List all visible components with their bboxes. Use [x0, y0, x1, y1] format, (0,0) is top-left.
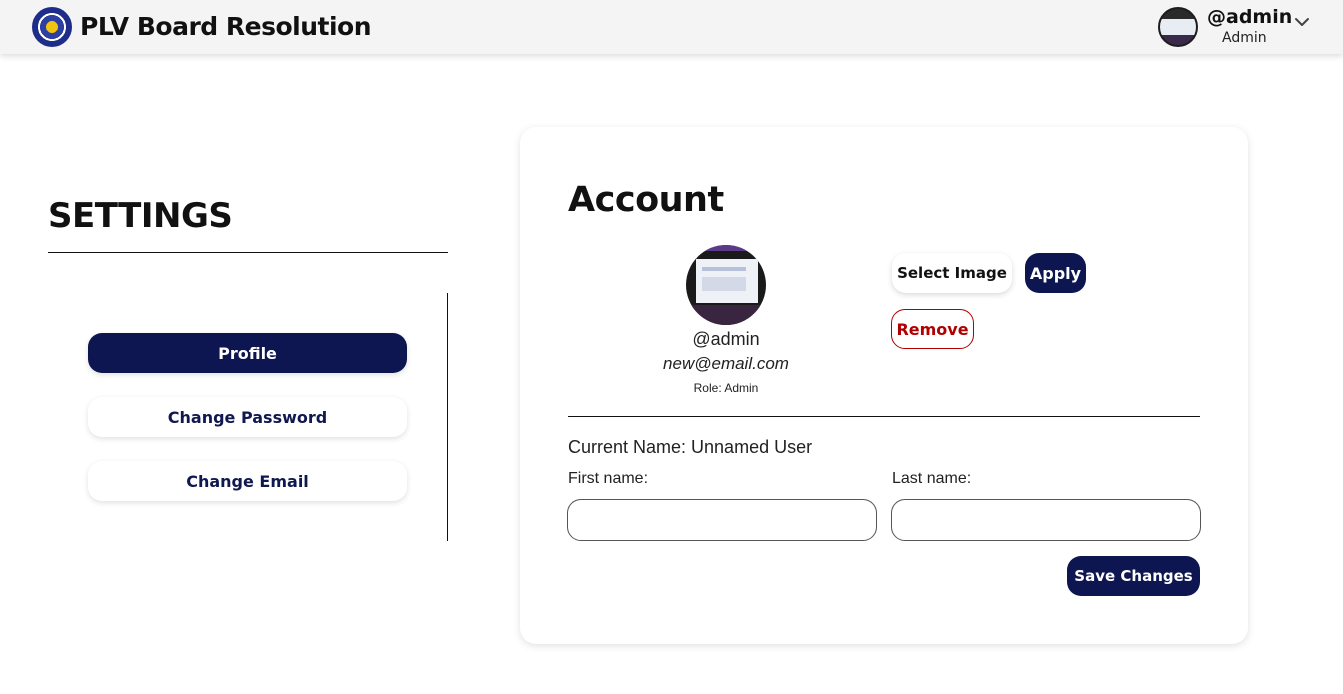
user-avatar[interactable]: [1158, 7, 1198, 47]
nav-profile-button[interactable]: Profile: [88, 333, 407, 373]
account-divider: [568, 416, 1200, 417]
nav-change-password-button[interactable]: Change Password: [88, 397, 407, 437]
user-role: Admin: [1222, 30, 1267, 46]
first-name-label: First name:: [568, 470, 649, 487]
first-name-input[interactable]: [567, 499, 877, 541]
settings-vertical-divider: [447, 293, 448, 541]
nav-change-email-button[interactable]: Change Email: [88, 461, 407, 501]
remove-button[interactable]: Remove: [891, 309, 974, 349]
chevron-down-icon[interactable]: [1294, 14, 1310, 30]
last-name-input[interactable]: [891, 499, 1201, 541]
app-title: PLV Board Resolution: [80, 12, 372, 41]
last-name-label: Last name:: [892, 470, 972, 487]
top-bar: PLV Board Resolution @admin Admin: [0, 0, 1343, 54]
profile-email: new@email.com: [663, 354, 789, 373]
user-handle[interactable]: @admin: [1207, 6, 1292, 28]
current-name: Current Name: Unnamed User: [568, 437, 813, 457]
plv-logo: [32, 7, 72, 47]
settings-divider: [48, 252, 448, 253]
select-image-button[interactable]: Select Image: [892, 253, 1012, 293]
profile-handle: @admin: [692, 329, 760, 349]
save-changes-button[interactable]: Save Changes: [1067, 556, 1200, 596]
profile-role: Role: Admin: [693, 381, 759, 395]
account-title: Account: [568, 180, 724, 220]
apply-button[interactable]: Apply: [1025, 253, 1086, 293]
settings-title: SETTINGS: [48, 196, 233, 236]
profile-picture: [686, 245, 766, 325]
